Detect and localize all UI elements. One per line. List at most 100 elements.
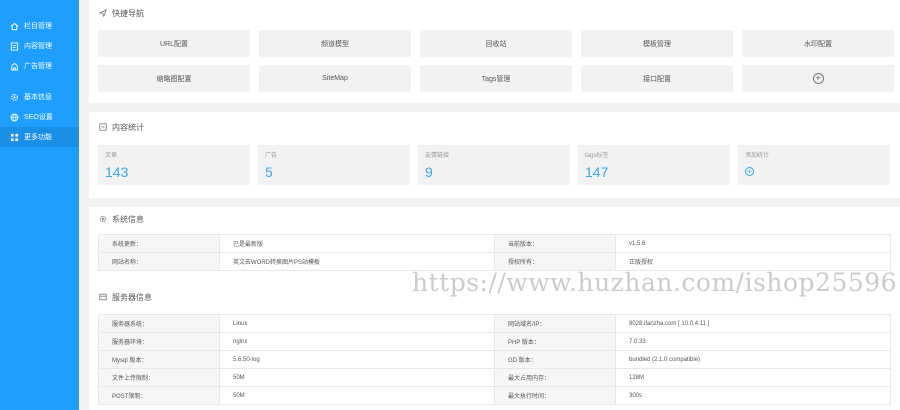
stat-value: 143	[105, 164, 129, 180]
sidebar-item-ads[interactable]: 广告管理	[0, 56, 79, 76]
info-key: 网站域名/IP：	[494, 314, 616, 333]
system-info-header: 系统信息	[89, 207, 900, 231]
table-row: 文件上传限制： 50M 最大占用内存： 128M	[98, 368, 891, 387]
stat-value: 9	[425, 164, 433, 180]
main-content: 快捷导航 URL配置 频道模型 回收站 模板管理 水印配置 缩略图配置 Site…	[79, 0, 900, 410]
info-value: 5.6.50-log	[219, 350, 495, 369]
sidebar-item-basic-info[interactable]: 基本信息	[0, 87, 79, 107]
add-quick-nav-button[interactable]: +	[742, 65, 894, 92]
info-value: bundled (2.1.0 compatible)	[615, 350, 891, 369]
quick-nav-button[interactable]: Tags管理	[420, 65, 572, 92]
stat-value: 5	[265, 164, 273, 180]
sidebar-item-more[interactable]: 更多功能	[0, 127, 79, 147]
quick-nav-header: 快捷导航	[89, 0, 900, 26]
info-key: GD 版本：	[494, 350, 616, 369]
info-key: 授权所有：	[494, 252, 616, 271]
quick-nav-title: 快捷导航	[112, 8, 144, 18]
quick-nav-button[interactable]: 频道模型	[259, 30, 411, 57]
stat-ads[interactable]: 广告 5	[258, 145, 410, 185]
server-info-header: 服务器信息	[89, 287, 152, 307]
quick-nav-grid: URL配置 频道模型 回收站 模板管理 水印配置 缩略图配置 SiteMap T…	[98, 30, 894, 92]
table-row: Mysql 版本： 5.6.50-log GD 版本： bundled (2.1…	[98, 350, 891, 369]
plus-circle-icon: +	[745, 167, 754, 176]
quick-nav-button[interactable]: 接口配置	[581, 65, 733, 92]
server-info-title: 服务器信息	[112, 292, 152, 302]
stat-label: tags标签	[585, 153, 609, 159]
home-icon	[9, 21, 19, 31]
stat-value: 147	[585, 164, 609, 180]
stat-tags[interactable]: tags标签 147	[578, 145, 730, 185]
settings-icon	[9, 92, 19, 102]
table-row: POST限制： 50M 最大执行时间： 300s	[98, 386, 891, 405]
info-value: 300s	[615, 386, 891, 405]
quick-nav-button[interactable]: SiteMap	[259, 65, 411, 92]
quick-nav-button[interactable]: 缩略图配置	[98, 65, 250, 92]
quick-nav-button[interactable]: 模板管理	[581, 30, 733, 57]
sidebar: 栏目管理 内容管理 广告管理 基本信息 SEO设置 更多功能	[0, 0, 79, 410]
sidebar-item-label: 更多功能	[24, 134, 52, 141]
sidebar-item-label: 广告管理	[24, 63, 52, 70]
server-icon	[98, 292, 108, 302]
server-info-table: 服务器系统： Linux 网站域名/IP： 8028.ifanzha.com […	[98, 314, 891, 405]
info-key: 系统更新：	[98, 234, 220, 253]
stat-label: 友情链接	[425, 153, 450, 159]
system-info-title: 系统信息	[112, 214, 144, 224]
quick-nav-card: 快捷导航 URL配置 频道模型 回收站 模板管理 水印配置 缩略图配置 Site…	[89, 0, 900, 103]
sidebar-item-seo[interactable]: SEO设置	[0, 107, 79, 127]
info-value: 正版授权	[615, 252, 891, 271]
info-key: 网站名称：	[98, 252, 220, 271]
stat-label: 文章	[105, 153, 118, 159]
stat-links[interactable]: 友情链接 9	[418, 145, 570, 185]
table-row: 服务器环境： nginx PHP 版本： 7.0.33	[98, 332, 891, 351]
stat-label: 广告	[265, 153, 278, 159]
system-info-table: 系统更新： 已是最新版 当前版本： v1.5.6 网站名称： 英文去WORD转换…	[98, 234, 891, 271]
sidebar-item-label: 栏目管理	[24, 23, 52, 30]
quick-nav-button[interactable]: 回收站	[420, 30, 572, 57]
table-row: 网站名称： 英文去WORD转换图片PS站模板 授权所有： 正版授权	[98, 252, 891, 271]
stats-box-icon	[98, 122, 108, 132]
info-value: nginx	[219, 332, 495, 351]
stats-row: 文章 143 广告 5 友情链接 9 tags标签 147 添加统计 +	[98, 145, 890, 185]
info-key: 最大占用内存：	[494, 368, 616, 387]
info-key: Mysql 版本：	[98, 350, 220, 369]
send-icon	[98, 8, 108, 18]
sidebar-item-label: 基本信息	[24, 94, 52, 101]
building-icon	[9, 61, 19, 71]
info-key: 文件上传限制：	[98, 368, 220, 387]
info-value: 50M	[219, 368, 495, 387]
info-key: 最大执行时间：	[494, 386, 616, 405]
grid-icon	[9, 132, 19, 142]
stat-add[interactable]: 添加统计 +	[738, 145, 890, 185]
info-value: 已是最新版	[219, 234, 495, 253]
plus-circle-icon: +	[812, 73, 824, 84]
table-row: 服务器系统： Linux 网站域名/IP： 8028.ifanzha.com […	[98, 314, 891, 333]
info-key: POST限制：	[98, 386, 220, 405]
stat-label: 添加统计	[745, 153, 770, 159]
globe-icon	[9, 112, 19, 122]
sidebar-item-content[interactable]: 内容管理	[0, 36, 79, 56]
content-stats-card: 内容统计 文章 143 广告 5 友情链接 9 tags标签 147 添加统计 …	[89, 112, 900, 198]
info-key: 当前版本：	[494, 234, 616, 253]
quick-nav-button[interactable]: 水印配置	[742, 30, 894, 57]
info-key: 服务器系统：	[98, 314, 220, 333]
stat-articles[interactable]: 文章 143	[98, 145, 250, 185]
info-value: 英文去WORD转换图片PS站模板	[219, 252, 495, 271]
sidebar-item-columns[interactable]: 栏目管理	[0, 16, 79, 36]
info-value: Linux	[219, 314, 495, 333]
info-key: 服务器环境：	[98, 332, 220, 351]
info-value: v1.5.6	[615, 234, 891, 253]
table-row: 系统更新： 已是最新版 当前版本： v1.5.6	[98, 234, 891, 253]
sidebar-item-label: SEO设置	[24, 114, 53, 121]
content-stats-header: 内容统计	[89, 112, 900, 142]
quick-nav-button[interactable]: URL配置	[98, 30, 250, 57]
content-stats-title: 内容统计	[112, 122, 144, 132]
info-value: 128M	[615, 368, 891, 387]
info-key: PHP 版本：	[494, 332, 616, 351]
gear-icon	[98, 214, 108, 224]
info-value: 7.0.33	[615, 332, 891, 351]
sidebar-item-label: 内容管理	[24, 43, 52, 50]
document-icon	[9, 41, 19, 51]
info-value: 50M	[219, 386, 495, 405]
info-value: 8028.ifanzha.com [ 10.0.4.11 ]	[615, 314, 891, 333]
system-info-card: 系统信息 系统更新： 已是最新版 当前版本： v1.5.6 网站名称： 英文去W…	[89, 207, 900, 410]
